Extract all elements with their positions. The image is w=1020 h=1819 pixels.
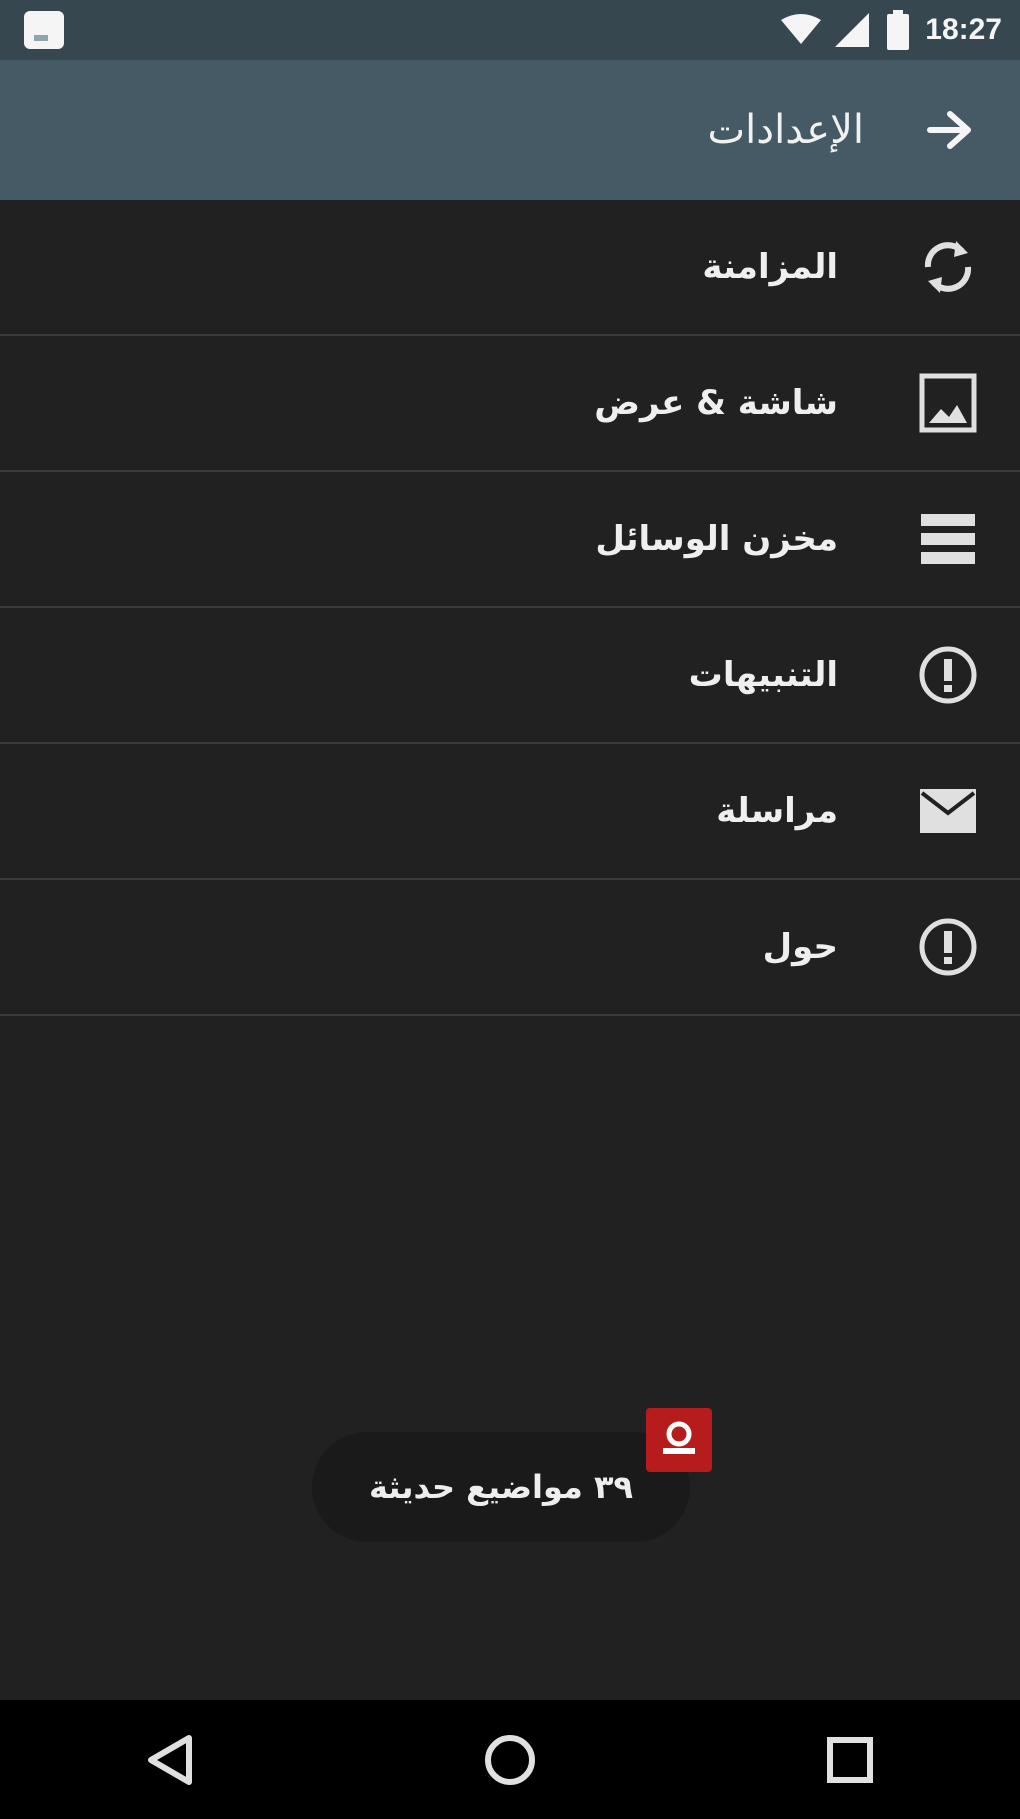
arrow-forward-icon[interactable]	[920, 100, 980, 160]
menu-item-display[interactable]: شاشة & عرض	[0, 336, 1020, 472]
toast-text: ٣٩ مواضيع حديثة	[368, 1468, 634, 1506]
status-time: 18:27	[925, 13, 1002, 46]
wifi-icon	[781, 14, 822, 46]
menu-item-label: مخزن الوسائل	[595, 519, 838, 559]
menu-item-storage[interactable]: مخزن الوسائل	[0, 472, 1020, 608]
menu-item-about[interactable]: حول	[0, 880, 1020, 1016]
recents-icon[interactable]	[805, 1715, 895, 1805]
mail-icon	[916, 779, 980, 843]
menu-item-sync[interactable]: المزامنة	[0, 200, 1020, 336]
menu-item-label: المزامنة	[702, 247, 838, 287]
menu-item-label: مراسلة	[716, 791, 838, 831]
info-icon	[916, 915, 980, 979]
menu-item-notifications[interactable]: التنبيهات	[0, 608, 1020, 744]
system-nav-bar	[0, 1700, 1020, 1819]
info-icon	[916, 643, 980, 707]
menu-item-label: شاشة & عرض	[594, 383, 838, 423]
sync-icon	[916, 235, 980, 299]
app-logo-icon	[646, 1408, 712, 1472]
menu-item-messaging[interactable]: مراسلة	[0, 744, 1020, 880]
notification-icon	[24, 11, 64, 49]
status-bar: 18:27	[0, 0, 1020, 60]
storage-icon	[916, 507, 980, 571]
menu-item-label: حول	[762, 927, 838, 967]
image-icon	[916, 371, 980, 435]
menu-item-label: التنبيهات	[688, 655, 838, 695]
page-title: الإعدادات	[707, 107, 864, 153]
battery-icon	[885, 10, 911, 50]
app-toolbar: الإعدادات	[0, 60, 1020, 200]
home-icon[interactable]	[465, 1715, 555, 1805]
toast-message: ٣٩ مواضيع حديثة	[312, 1432, 690, 1542]
cell-signal-icon	[835, 13, 871, 47]
settings-menu: المزامنة شاشة & عرض مخزن الوسائل التنبيه…	[0, 200, 1020, 1016]
back-icon[interactable]	[125, 1715, 215, 1805]
